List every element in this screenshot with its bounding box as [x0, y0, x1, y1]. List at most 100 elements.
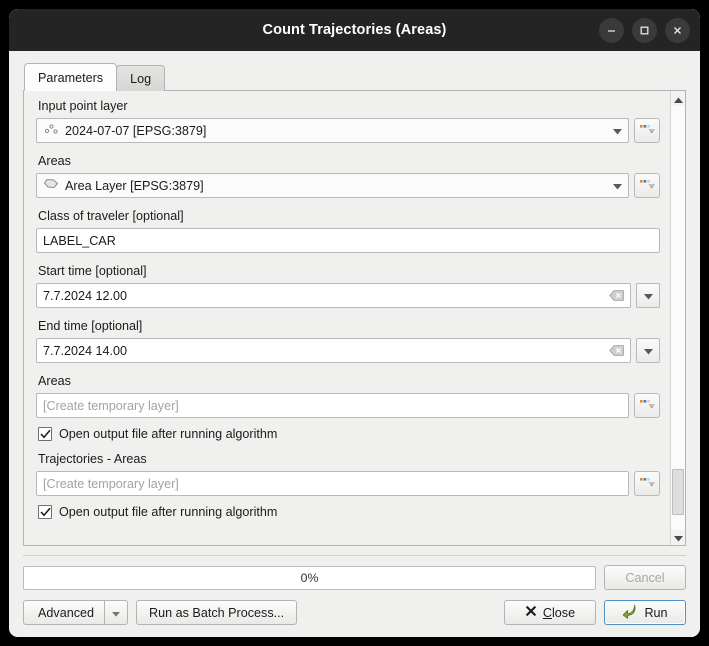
run-arrow-icon — [622, 604, 638, 622]
x-mark-icon — [525, 605, 537, 620]
parameters-panel: Input point layer 2024-07-07 [EPSG:3879]… — [23, 90, 686, 546]
end-time-calendar-dropdown[interactable] — [636, 338, 660, 363]
advanced-button[interactable]: Advanced — [23, 600, 105, 625]
title-bar: Count Trajectories (Areas) — [9, 9, 700, 51]
scrollbar-thumb[interactable] — [672, 468, 684, 516]
areas-input-row: Area Layer [EPSG:3879] — [36, 173, 660, 198]
start-time-row: 7.7.2024 12.00 — [36, 283, 660, 308]
end-time-row: 7.7.2024 14.00 — [36, 338, 660, 363]
maximize-button[interactable] — [632, 17, 657, 43]
areas-output-open-after-checkbox[interactable]: Open output file after running algorithm — [38, 427, 660, 441]
areas-output-input[interactable]: [Create temporary layer] — [36, 393, 629, 418]
areas-output-row: [Create temporary layer] — [36, 393, 660, 418]
close-button[interactable] — [665, 17, 690, 43]
areas-output-browse-button[interactable] — [634, 393, 660, 418]
areas-input-value: Area Layer [EPSG:3879] — [65, 178, 204, 193]
close-mnemonic-letter: C — [542, 605, 552, 620]
scrollbar-track[interactable] — [671, 106, 685, 530]
end-time-input[interactable]: 7.7.2024 14.00 — [36, 338, 631, 363]
input-point-layer-label: Input point layer — [38, 99, 128, 113]
trajectories-areas-output-open-after-checkbox[interactable]: Open output file after running algorithm — [38, 505, 660, 519]
input-point-layer-value: 2024-07-07 [EPSG:3879] — [65, 123, 207, 138]
advanced-dropdown-button[interactable] — [104, 600, 129, 625]
end-time-value: 7.7.2024 14.00 — [43, 343, 128, 358]
end-time-label: End time [optional] — [38, 319, 143, 333]
dialog-window: Count Trajectories (Areas) Parameters Lo… — [9, 9, 700, 637]
progress-row: 0% Cancel — [23, 565, 686, 590]
tab-bar: Parameters Log — [24, 63, 686, 91]
maximize-icon — [639, 25, 650, 36]
clear-start-time-icon[interactable] — [606, 290, 626, 301]
run-button-label: Run — [644, 605, 668, 620]
progress-bar: 0% — [23, 565, 596, 590]
ellipsis-icon — [639, 474, 656, 493]
dialog-body: Parameters Log Input point layer 2024-07… — [9, 51, 700, 546]
start-time-calendar-dropdown[interactable] — [636, 283, 660, 308]
input-point-layer-browse-button[interactable] — [634, 118, 660, 143]
class-of-traveler-value: LABEL_CAR — [43, 233, 116, 248]
advanced-split-button: Advanced — [23, 600, 129, 625]
chevron-down-icon — [643, 287, 653, 305]
trajectories-areas-output-browse-button[interactable] — [634, 471, 660, 496]
input-point-layer-dropdown-arrow[interactable] — [606, 119, 628, 142]
chevron-down-icon — [643, 342, 653, 360]
areas-output-placeholder: [Create temporary layer] — [43, 398, 179, 413]
minimize-button[interactable] — [599, 17, 624, 43]
chevron-down-icon — [612, 179, 622, 193]
areas-input-label: Areas — [38, 154, 71, 168]
areas-output-open-after-label: Open output file after running algorithm — [59, 427, 278, 441]
footer-button-row: Advanced Run as Batch Process... Close R… — [23, 600, 686, 625]
window-title: Count Trajectories (Areas) — [262, 22, 447, 38]
cancel-button-label: Cancel — [625, 570, 665, 585]
scrollbar-down-button[interactable] — [671, 530, 685, 545]
dialog-footer: 0% Cancel Advanced Run as Batch Process.… — [9, 546, 700, 637]
data-source-icon — [639, 176, 656, 195]
checkbox-checked-icon — [38, 505, 52, 519]
footer-divider — [23, 555, 686, 556]
scrollbar-up-button[interactable] — [671, 91, 685, 106]
triangle-up-icon — [673, 90, 683, 108]
chevron-down-icon — [612, 124, 622, 138]
cancel-button: Cancel — [604, 565, 686, 590]
parameters-scrollbar[interactable] — [670, 91, 685, 545]
trajectories-areas-output-label: Trajectories - Areas — [38, 452, 147, 466]
start-time-input[interactable]: 7.7.2024 12.00 — [36, 283, 631, 308]
areas-input-dropdown-arrow[interactable] — [606, 174, 628, 197]
close-dialog-button-label: Close — [543, 606, 575, 620]
run-as-batch-process-button[interactable]: Run as Batch Process... — [136, 600, 298, 625]
polygon-layer-icon — [43, 177, 60, 194]
ellipsis-icon — [639, 396, 656, 415]
close-dialog-button[interactable]: Close — [504, 600, 596, 625]
advanced-button-label: Advanced — [38, 605, 95, 620]
trajectories-areas-output-input[interactable]: [Create temporary layer] — [36, 471, 629, 496]
window-controls — [599, 9, 690, 51]
input-point-layer-combo[interactable]: 2024-07-07 [EPSG:3879] — [36, 118, 629, 143]
areas-input-browse-button[interactable] — [634, 173, 660, 198]
triangle-down-icon — [673, 529, 683, 547]
chevron-down-icon — [112, 606, 121, 620]
trajectories-areas-output-placeholder: [Create temporary layer] — [43, 476, 179, 491]
minimize-icon — [606, 25, 617, 36]
point-layer-icon — [43, 122, 60, 140]
close-icon — [672, 25, 683, 36]
run-as-batch-process-label: Run as Batch Process... — [149, 605, 285, 620]
input-point-layer-row: 2024-07-07 [EPSG:3879] — [36, 118, 660, 143]
checkbox-checked-icon — [38, 427, 52, 441]
class-of-traveler-input[interactable]: LABEL_CAR — [36, 228, 660, 253]
progress-text: 0% — [300, 570, 319, 585]
clear-end-time-icon[interactable] — [606, 345, 626, 356]
run-button[interactable]: Run — [604, 600, 686, 625]
tab-log[interactable]: Log — [116, 65, 166, 91]
class-of-traveler-label: Class of traveler [optional] — [38, 209, 184, 223]
areas-input-combo[interactable]: Area Layer [EPSG:3879] — [36, 173, 629, 198]
start-time-value: 7.7.2024 12.00 — [43, 288, 128, 303]
tab-log-label: Log — [130, 71, 152, 86]
tab-parameters[interactable]: Parameters — [24, 63, 118, 91]
tab-parameters-label: Parameters — [38, 70, 104, 85]
data-source-icon — [639, 121, 656, 140]
close-label-rest: lose — [552, 605, 576, 620]
start-time-label: Start time [optional] — [38, 264, 147, 278]
areas-output-label: Areas — [38, 374, 71, 388]
class-of-traveler-row: LABEL_CAR — [36, 228, 660, 253]
parameters-scroll-area: Input point layer 2024-07-07 [EPSG:3879]… — [24, 91, 670, 545]
